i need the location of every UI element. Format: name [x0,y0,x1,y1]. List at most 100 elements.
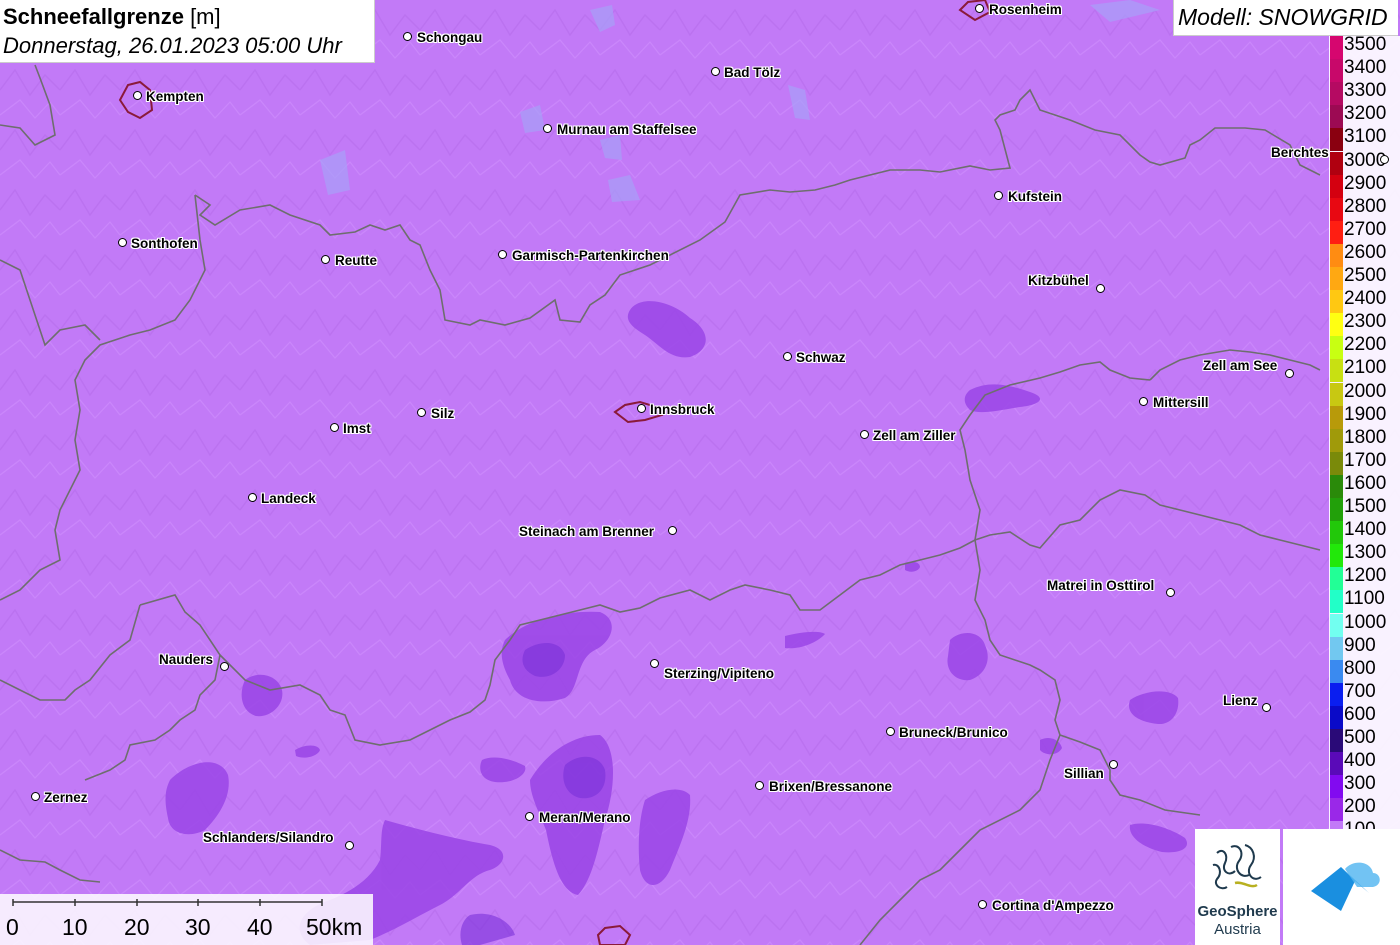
city-label[interactable]: Reutte [335,254,377,268]
legend-item: 2500 [1329,256,1400,290]
geosphere-logo-icon [1212,844,1262,890]
legend-item: 2000 [1329,372,1400,406]
city-label[interactable]: Sonthofen [131,237,198,251]
city-marker-icon[interactable] [345,841,354,850]
city-marker-icon[interactable] [220,662,229,671]
legend-item: 1300 [1329,533,1400,568]
city-marker-icon[interactable] [637,404,646,413]
city-label[interactable]: Berchtes [1271,146,1329,160]
legend-item: 2100 [1329,348,1400,383]
city-marker-icon[interactable] [525,812,534,821]
city-label[interactable]: Innsbruck [650,403,715,417]
city-label[interactable]: Steinach am Brenner [519,525,654,539]
city-marker-icon[interactable] [886,727,895,736]
city-label[interactable]: Kempten [146,90,204,104]
legend-item: 900 [1329,626,1400,660]
legend-item: 3500 [1329,25,1400,59]
legend-item: 1000 [1329,603,1400,637]
city-label[interactable]: Sillian [1064,767,1104,781]
legend-item: 2300 [1329,302,1400,337]
city-label[interactable]: Schongau [417,31,482,45]
color-legend: 3500 3400 3300 3200 3100 3000 2900 2800 2700 2600… [1329,35,1400,845]
city-marker-icon[interactable] [1285,369,1294,378]
city-marker-icon[interactable] [118,238,127,247]
city-marker-icon[interactable] [543,124,552,133]
legend-item: 1100 [1329,579,1400,614]
city-label[interactable]: Lienz [1223,694,1258,708]
city-label[interactable]: Brixen/Bressanone [769,780,892,794]
city-label[interactable]: Schlanders/Silandro [203,831,334,845]
city-label[interactable]: Silz [431,407,454,421]
legend-item: 1700 [1329,441,1400,475]
legend-item: 300 [1329,764,1400,799]
legend-item: 1500 [1329,487,1400,521]
title-panel: Schneefallgrenze [m] Donnerstag, 26.01.2… [0,0,375,63]
city-marker-icon[interactable] [248,493,257,502]
city-marker-icon[interactable] [978,900,987,909]
city-marker-icon[interactable] [711,67,720,76]
city-label[interactable]: Cortina d'Ampezzo [992,899,1114,913]
city-marker-icon[interactable] [668,526,677,535]
legend-item: 700 [1329,672,1400,706]
city-marker-icon[interactable] [321,255,330,264]
city-label[interactable]: Bad Tölz [724,66,780,80]
city-marker-icon[interactable] [994,191,1003,200]
scale-label: 10 [62,914,88,940]
city-marker-icon[interactable] [860,430,869,439]
city-label[interactable]: Rosenheim [989,3,1062,17]
city-label[interactable]: Bruneck/Brunico [899,726,1008,740]
city-marker-icon[interactable] [498,250,507,259]
city-marker-icon[interactable] [650,659,659,668]
city-marker-icon[interactable] [975,4,984,13]
legend-item: 3400 [1329,48,1400,83]
city-marker-icon[interactable] [1096,284,1105,293]
legend-item: 3100 [1329,117,1400,152]
city-marker-icon[interactable] [417,408,426,417]
scale-label: 40 [247,914,273,940]
city-label[interactable]: Sterzing/Vipiteno [664,667,774,681]
city-marker-icon[interactable] [1109,760,1118,769]
city-marker-icon[interactable] [1262,703,1271,712]
scale-bar: 0 10 20 30 40 50km [0,894,373,945]
city-marker-icon[interactable] [1139,397,1148,406]
legend-item: 1400 [1329,510,1400,545]
city-label[interactable]: Imst [343,422,371,436]
city-marker-icon[interactable] [133,91,142,100]
city-label[interactable]: Zernez [44,791,88,805]
snowgrid-logo-icon [1311,862,1380,911]
legend-item: 2900 [1329,164,1400,198]
city-label[interactable]: Garmisch-Partenkirchen [512,249,669,263]
map-title: Schneefallgrenze [m] [3,4,221,30]
legend-item: 200 [1329,787,1400,822]
city-label[interactable]: Nauders [159,653,213,667]
snowgrid-logo[interactable] [1283,829,1400,945]
city-marker-icon[interactable] [783,352,792,361]
legend-item: 2400 [1329,279,1400,314]
legend-item: 600 [1329,695,1400,729]
city-marker-icon[interactable] [31,792,40,801]
city-label[interactable]: Landeck [261,492,316,506]
city-marker-icon[interactable] [755,781,764,790]
city-label[interactable]: Murnau am Staffelsee [557,123,697,137]
city-label[interactable]: Meran/Merano [539,811,631,825]
city-label[interactable]: Matrei in Osttirol [1047,579,1154,593]
title-bold: Schneefallgrenze [3,4,184,29]
scale-label: 50km [306,914,363,940]
legend-item: 2200 [1329,325,1400,360]
city-label[interactable]: Mittersill [1153,396,1209,410]
legend-item: 3200 [1329,94,1400,129]
city-marker-icon[interactable] [1380,155,1389,164]
city-label[interactable]: Schwaz [796,351,846,365]
legend-item: 1800 [1329,418,1400,452]
legend-item: 1900 [1329,395,1400,429]
city-label[interactable]: Zell am See [1203,359,1277,373]
city-marker-icon[interactable] [1166,588,1175,597]
geosphere-logo[interactable]: GeoSphere Austria [1195,829,1280,945]
scale-label: 20 [124,914,150,940]
city-label[interactable]: Zell am Ziller [873,429,956,443]
map-canvas[interactable] [0,0,1400,945]
city-marker-icon[interactable] [330,423,339,432]
city-label[interactable]: Kufstein [1008,190,1062,204]
city-label[interactable]: Kitzbühel [1028,274,1089,288]
city-marker-icon[interactable] [403,32,412,41]
